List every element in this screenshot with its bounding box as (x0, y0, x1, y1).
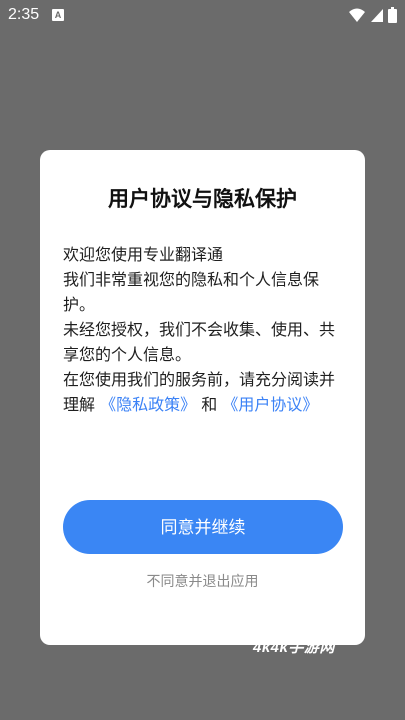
status-icons (348, 6, 397, 24)
welcome-text: 欢迎您使用专业翻译通 (63, 245, 224, 264)
decline-exit-button[interactable]: 不同意并退出应用 (40, 571, 365, 591)
no-collection-text: 未经您授权，我们不会收集、使用、共享您的个人信息。 (63, 320, 336, 364)
signal-icon (371, 9, 383, 22)
user-agreement-link[interactable]: 《用户协议》 (222, 395, 318, 414)
privacy-importance-text: 我们非常重视您的隐私和个人信息保护。 (63, 270, 320, 314)
agree-continue-button[interactable]: 同意并继续 (63, 500, 343, 554)
dialog-title: 用户协议与隐私保护 (108, 187, 297, 211)
status-bar: 2:35 A (0, 0, 405, 30)
watermark-logo: 4k4k手游网 (253, 639, 335, 656)
screen: 2:35 A 用户协议与隐私保护 欢迎您使用专业翻译通 我们非常重视您的隐私和个… (0, 0, 405, 720)
battery-icon (388, 7, 397, 23)
privacy-policy-link[interactable]: 《隐私政策》 (100, 395, 196, 414)
status-time: 2:35 (8, 6, 40, 23)
privacy-dialog: 用户协议与隐私保护 欢迎您使用专业翻译通 我们非常重视您的隐私和个人信息保护。 … (40, 150, 365, 645)
dialog-body: 欢迎您使用专业翻译通 我们非常重视您的隐私和个人信息保护。 未经您授权，我们不会… (63, 242, 347, 417)
and-text: 和 (201, 395, 218, 414)
read-policy-text: 在您使用我们的服务前，请充分阅读并理解 《隐私政策》 和 《用户协议》 (63, 367, 347, 417)
notification-a-icon: A (52, 9, 64, 21)
wifi-icon (349, 8, 365, 22)
